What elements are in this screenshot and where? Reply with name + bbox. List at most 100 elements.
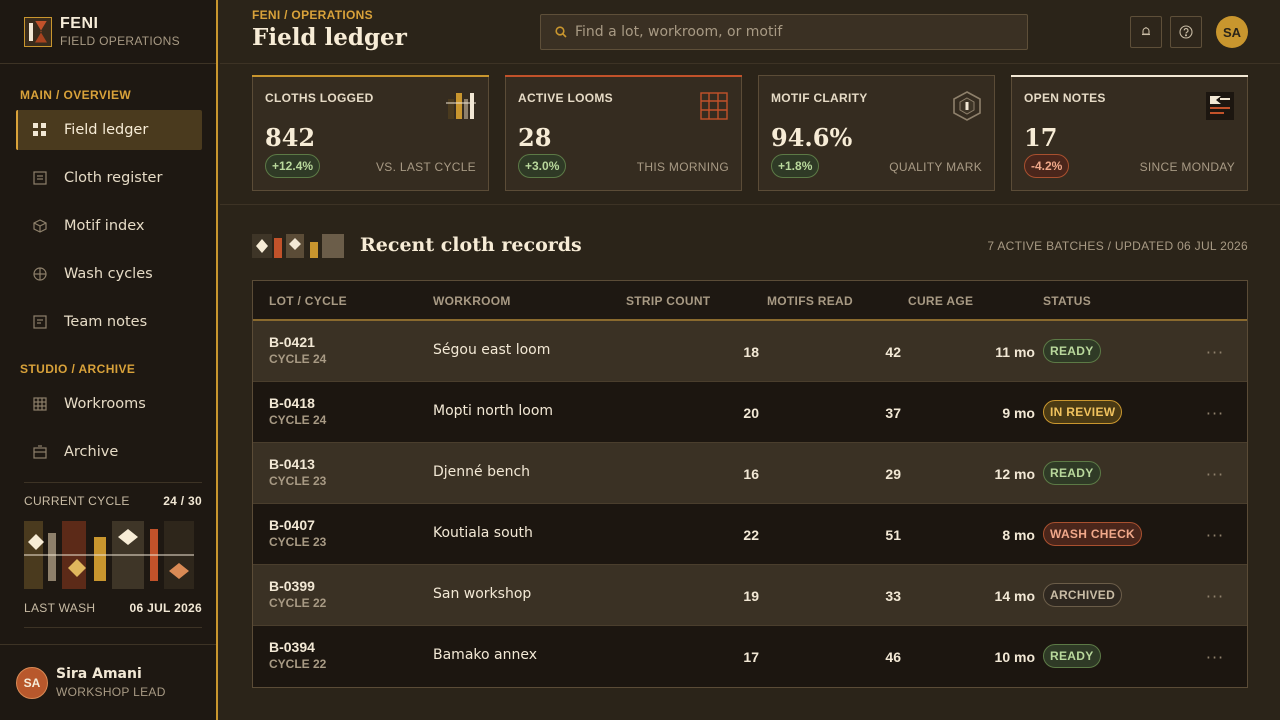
kpi-label: OPEN NOTES	[1024, 91, 1106, 105]
user-avatar-button[interactable]: SA	[1216, 16, 1248, 48]
sidebar-item-team-notes[interactable]: Team notes	[16, 302, 202, 342]
lot-cycle: CYCLE 22	[269, 657, 327, 671]
brand-logo-icon	[24, 16, 52, 47]
more-horizontal-icon: ···	[1205, 647, 1225, 667]
last-wash-value: 06 JUL 2026	[129, 601, 202, 615]
nav-section-archive: STUDIO / ARCHIVE	[20, 362, 136, 376]
cycle-value: 24 / 30	[163, 494, 202, 508]
kpi-note: THIS MORNING	[636, 160, 729, 174]
motifs-read: 33	[885, 588, 901, 604]
brand-name: FENI	[60, 14, 99, 32]
sidebar-item-workrooms[interactable]: Workrooms	[16, 384, 202, 424]
strip-count: 19	[743, 588, 759, 604]
strip-count: 16	[743, 466, 759, 482]
sidebar-item-label: Wash cycles	[64, 266, 153, 282]
cycle-label: CURRENT CYCLE	[24, 494, 130, 508]
workroom: San workshop	[433, 586, 532, 602]
help-button[interactable]	[1170, 16, 1202, 48]
workroom: Koutiala south	[433, 525, 533, 541]
brand[interactable]: FENI FIELD OPERATIONS	[0, 0, 216, 64]
kpi-note: QUALITY MARK	[889, 160, 982, 174]
cube-icon	[32, 218, 48, 234]
hexagon-mark-icon	[953, 91, 981, 121]
sidebar-item-label: Cloth register	[64, 170, 163, 186]
kpi-label: CLOTHS LOGGED	[265, 91, 374, 105]
column-header-workroom[interactable]: WORKROOM	[433, 294, 511, 308]
sidebar-item-label: Team notes	[64, 314, 148, 330]
sidebar-item-label: Field ledger	[64, 122, 149, 138]
kpi-delta-badge: +12.4%	[265, 154, 321, 178]
column-header-status[interactable]: STATUS	[1043, 294, 1091, 308]
table-row[interactable]: B-0394 CYCLE 22 Bamako annex 17 46 10 mo…	[253, 626, 1247, 687]
breadcrumb[interactable]: FENI / OPERATIONS	[252, 8, 373, 22]
more-horizontal-icon: ···	[1205, 342, 1225, 362]
table-row[interactable]: B-0421 CYCLE 24 Ségou east loom 18 42 11…	[253, 321, 1247, 382]
row-more-button[interactable]: ···	[1203, 584, 1227, 608]
sidebar-item-archive[interactable]: Archive	[16, 432, 202, 472]
kpi-value: 28	[518, 123, 552, 152]
search-icon	[555, 26, 567, 38]
cycle-icon	[32, 266, 48, 282]
workroom: Mopti north loom	[433, 403, 554, 419]
row-more-button[interactable]: ···	[1203, 340, 1227, 364]
lot-cycle: CYCLE 23	[269, 474, 327, 488]
search-input[interactable]	[575, 24, 1015, 40]
kpi-card-cloths-logged[interactable]: CLOTHS LOGGED 842 +12.4% VS. LAST CYCLE	[252, 75, 489, 191]
last-wash-label: LAST WASH	[24, 601, 96, 615]
sidebar-item-motif-index[interactable]: Motif index	[16, 206, 202, 246]
strip-count: 20	[743, 405, 759, 421]
cure-age: 14 mo	[994, 588, 1035, 604]
kpi-card-active-looms[interactable]: ACTIVE LOOMS 28 +3.0% THIS MORNING	[505, 75, 742, 191]
table-row[interactable]: B-0418 CYCLE 24 Mopti north loom 20 37 9…	[253, 382, 1247, 443]
workroom: Bamako annex	[433, 647, 538, 663]
column-header-cure-age[interactable]: CURE AGE	[908, 294, 973, 308]
bell-icon	[1142, 27, 1150, 36]
status-badge: READY	[1043, 339, 1101, 363]
table-row[interactable]: B-0413 CYCLE 23 Djenné bench 16 29 12 mo…	[253, 443, 1247, 504]
column-header-motifs-read[interactable]: MOTIFS READ	[767, 294, 853, 308]
cure-age: 11 mo	[995, 344, 1035, 360]
more-horizontal-icon: ···	[1205, 403, 1225, 423]
grid-icon	[32, 122, 48, 138]
kpi-value: 842	[265, 123, 316, 152]
cure-age: 8 mo	[1002, 527, 1035, 543]
column-header-lot[interactable]: LOT / CYCLE	[269, 294, 347, 308]
user-profile[interactable]: SA Sira Amani WORKSHOP LEAD	[0, 644, 216, 720]
sidebar-item-wash-cycles[interactable]: Wash cycles	[16, 254, 202, 294]
motifs-read: 29	[885, 466, 901, 482]
top-header: FENI / OPERATIONS Field ledger SA	[220, 0, 1280, 64]
cure-age: 10 mo	[994, 649, 1035, 665]
kpi-note: VS. LAST CYCLE	[375, 160, 476, 174]
table-row[interactable]: B-0399 CYCLE 22 San workshop 19 33 14 mo…	[253, 565, 1247, 626]
status-badge: READY	[1043, 461, 1101, 485]
nav-section-main: MAIN / OVERVIEW	[20, 88, 132, 102]
kpi-card-open-notes[interactable]: OPEN NOTES 17 -4.2% SINCE MONDAY	[1011, 75, 1248, 191]
motifs-read: 42	[885, 344, 901, 360]
search-box[interactable]	[540, 14, 1028, 50]
cloth-records-table: LOT / CYCLE WORKROOM STRIP COUNT MOTIFS …	[252, 280, 1248, 688]
column-header-strip-count[interactable]: STRIP COUNT	[626, 294, 710, 308]
row-more-button[interactable]: ···	[1203, 523, 1227, 547]
row-more-button[interactable]: ···	[1203, 401, 1227, 425]
page-title: Field ledger	[252, 24, 407, 51]
section-title: Recent cloth records	[360, 234, 582, 256]
sidebar-item-field-ledger[interactable]: Field ledger	[16, 110, 202, 150]
kpi-delta-badge: +1.8%	[771, 154, 820, 178]
table-row[interactable]: B-0407 CYCLE 23 Koutiala south 22 51 8 m…	[253, 504, 1247, 565]
lot-cycle: CYCLE 24	[269, 413, 327, 427]
kpi-delta-badge: +3.0%	[518, 154, 567, 178]
table-header: LOT / CYCLE WORKROOM STRIP COUNT MOTIFS …	[253, 281, 1247, 321]
sidebar-item-cloth-register[interactable]: Cloth register	[16, 158, 202, 198]
sidebar-item-label: Workrooms	[64, 396, 146, 412]
current-cycle-panel: CURRENT CYCLE 24 / 30 LAST WASH 06 JUL 2…	[24, 482, 202, 628]
lot-cycle: CYCLE 23	[269, 535, 327, 549]
notifications-button[interactable]	[1130, 16, 1162, 48]
row-more-button[interactable]: ···	[1203, 645, 1227, 669]
lot-cycle: CYCLE 22	[269, 596, 327, 610]
row-more-button[interactable]: ···	[1203, 462, 1227, 486]
kpi-card-motif-clarity[interactable]: MOTIF CLARITY 94.6% +1.8% QUALITY MARK	[758, 75, 995, 191]
brand-subtitle: FIELD OPERATIONS	[60, 33, 180, 48]
cure-age: 12 mo	[994, 466, 1035, 482]
section-divider	[220, 204, 1280, 205]
more-horizontal-icon: ···	[1205, 464, 1225, 484]
